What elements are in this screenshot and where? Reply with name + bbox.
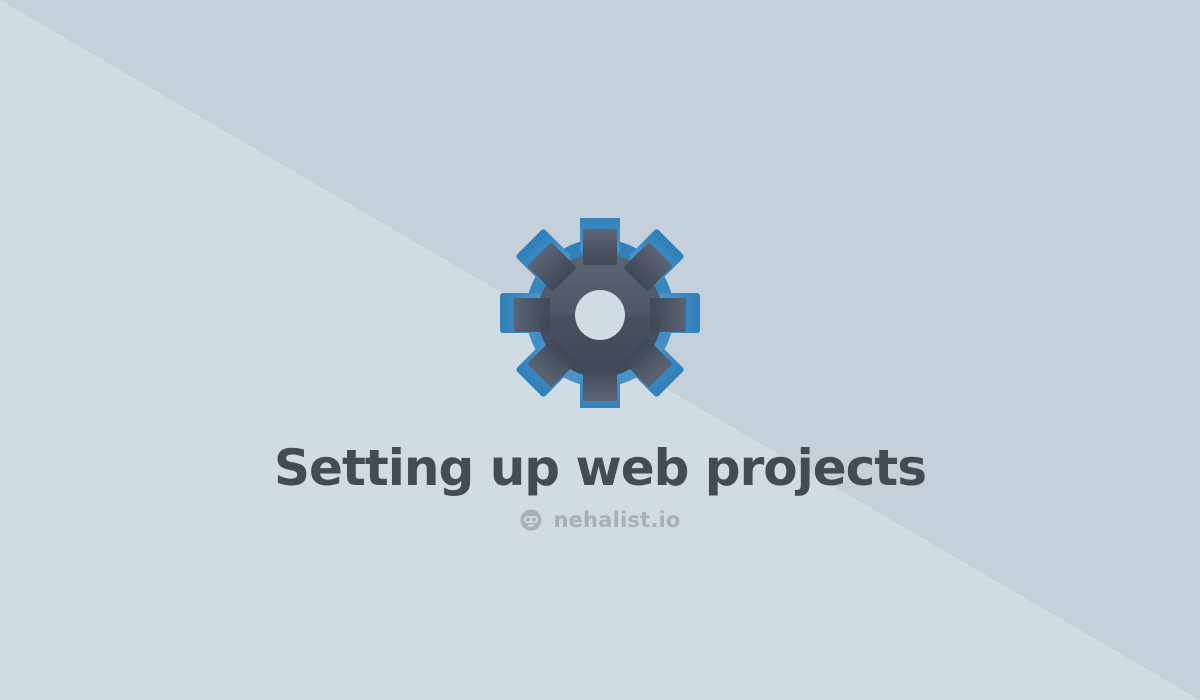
gear-icon <box>500 213 700 413</box>
brand-name: nehalist.io <box>553 508 681 532</box>
robot-logo-icon <box>519 508 543 532</box>
page-title: Setting up web projects <box>274 439 927 497</box>
brand[interactable]: nehalist.io <box>0 508 1200 532</box>
hero: Setting up web projects nehalist.io <box>0 0 1200 700</box>
